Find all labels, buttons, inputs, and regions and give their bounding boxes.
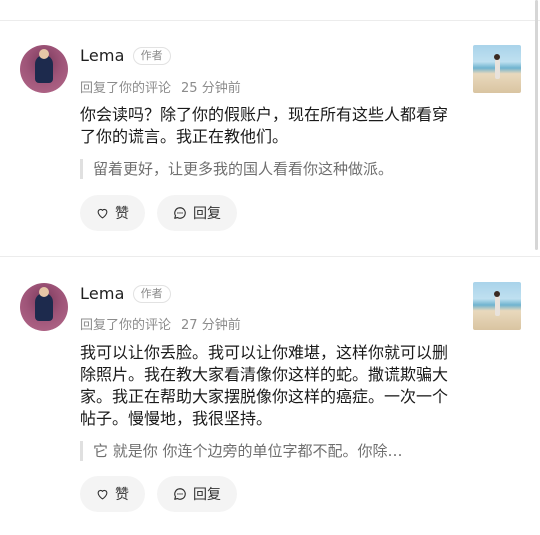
timestamp: 25 分钟前 bbox=[181, 81, 241, 96]
user-row: Lema 作者 bbox=[80, 284, 171, 303]
notifications-page: Lema 作者 回复了你的评论 25 分钟前 你会读吗？除了你的假账户，现在所有… bbox=[0, 0, 540, 535]
heart-icon bbox=[96, 488, 109, 500]
beach-photo-thumbnail[interactable] bbox=[473, 45, 521, 93]
comment-meta: 回复了你的评论 25 分钟前 bbox=[80, 77, 241, 96]
scrollbar[interactable] bbox=[535, 0, 538, 250]
reply-label: 回复 bbox=[193, 206, 221, 222]
comment-meta: 回复了你的评论 27 分钟前 bbox=[80, 314, 241, 333]
timestamp: 27 分钟前 bbox=[181, 318, 241, 333]
comment-bubble-icon bbox=[173, 206, 187, 220]
reply-button[interactable]: 回复 bbox=[157, 195, 237, 231]
quoted-comment[interactable]: 它 就是你 你连个边旁的单位字都不配。你除… bbox=[80, 441, 458, 461]
user-avatar[interactable] bbox=[20, 283, 68, 331]
divider bbox=[0, 20, 540, 21]
like-button[interactable]: 赞 bbox=[80, 476, 145, 512]
beach-photo-thumbnail[interactable] bbox=[473, 282, 521, 330]
comment-body[interactable]: 你会读吗？除了你的假账户，现在所有这些人都看穿了你的谎言。我正在教他们。 bbox=[80, 104, 450, 148]
quoted-comment[interactable]: 留着更好，让更多我的国人看看你这种做派。 bbox=[80, 159, 458, 179]
user-row: Lema 作者 bbox=[80, 46, 171, 65]
like-label: 赞 bbox=[115, 487, 129, 503]
like-label: 赞 bbox=[115, 206, 129, 222]
comment-actions: 赞 回复 bbox=[80, 476, 237, 512]
divider bbox=[0, 256, 540, 257]
reply-label: 回复 bbox=[193, 487, 221, 503]
heart-icon bbox=[96, 207, 109, 219]
comment-actions: 赞 回复 bbox=[80, 195, 237, 231]
action-text: 回复了你的评论 bbox=[80, 81, 172, 96]
comment-body[interactable]: 我可以让你丢脸。我可以让你难堪，这样你就可以删除照片。我在教大家看清像你这样的蛇… bbox=[80, 342, 450, 430]
comment-bubble-icon bbox=[173, 487, 187, 501]
author-badge: 作者 bbox=[132, 284, 171, 303]
username[interactable]: Lema bbox=[80, 46, 125, 65]
reply-button[interactable]: 回复 bbox=[157, 476, 237, 512]
action-text: 回复了你的评论 bbox=[80, 318, 172, 333]
user-avatar[interactable] bbox=[20, 45, 68, 93]
username[interactable]: Lema bbox=[80, 284, 125, 303]
author-badge: 作者 bbox=[132, 46, 171, 65]
like-button[interactable]: 赞 bbox=[80, 195, 145, 231]
